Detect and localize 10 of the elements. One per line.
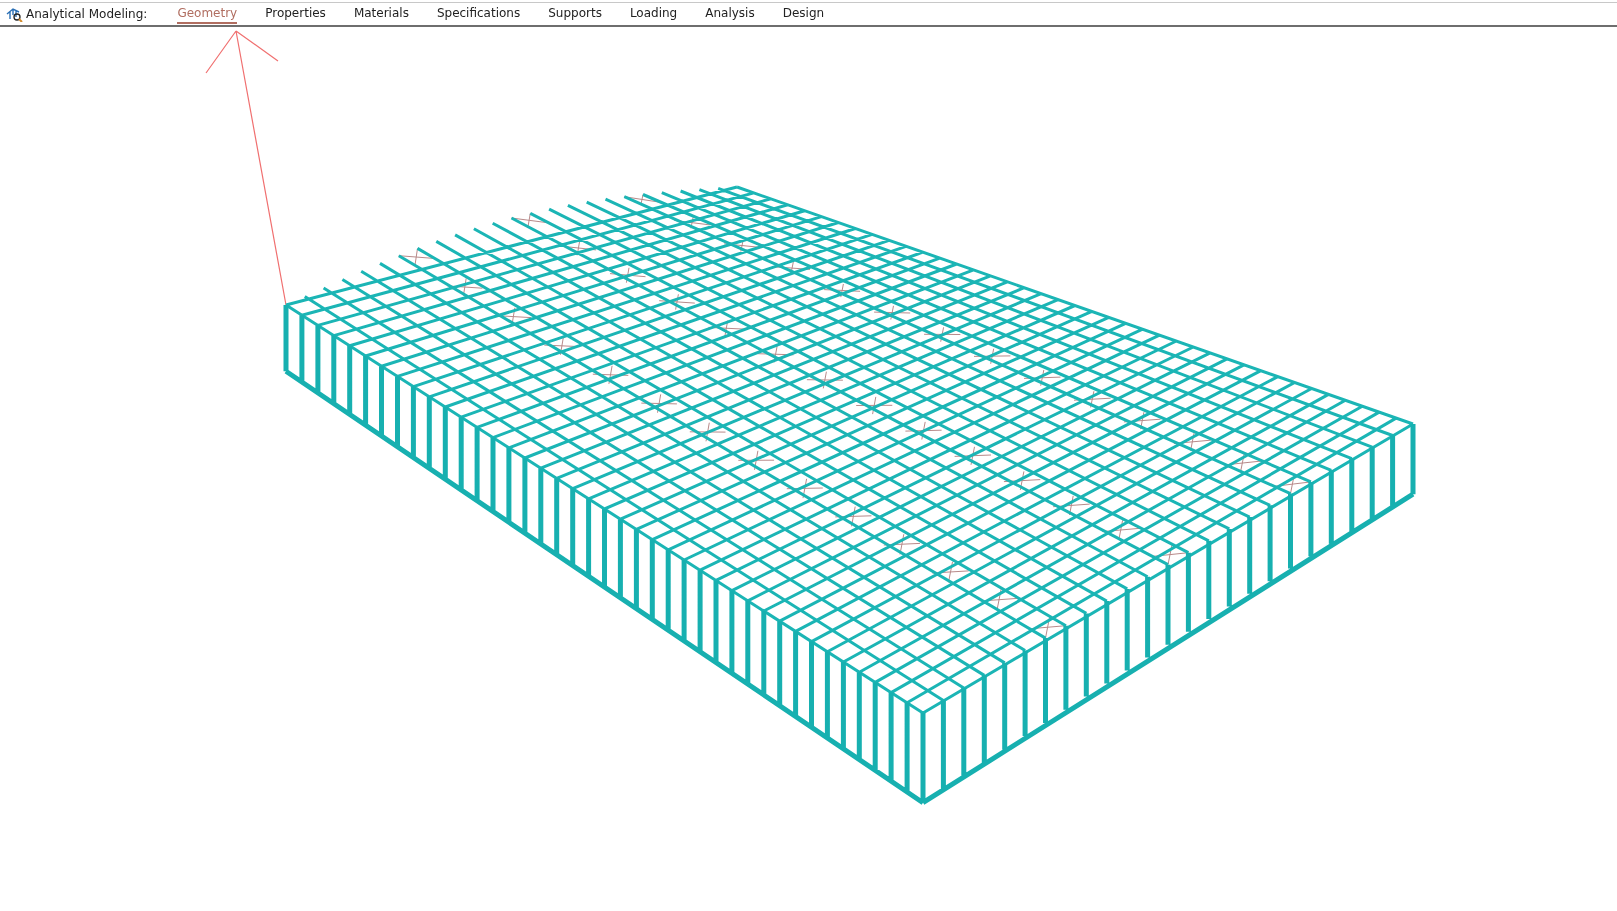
model-icon xyxy=(6,6,23,22)
ribbon-tab[interactable]: Specifications xyxy=(436,4,521,24)
ribbon-tab[interactable]: Analysis xyxy=(705,4,755,24)
ribbon-tab[interactable]: Geometry xyxy=(177,4,238,24)
ribbon-tab[interactable]: Design xyxy=(782,4,825,24)
ribbon-tab[interactable]: Loading xyxy=(629,4,678,24)
ribbon-tab[interactable]: Supports xyxy=(548,4,602,24)
ribbon-tab[interactable]: Materials xyxy=(353,4,409,24)
toolbar-label: Analytical Modeling: xyxy=(26,7,148,21)
ribbon-tab[interactable]: Properties xyxy=(265,4,326,24)
